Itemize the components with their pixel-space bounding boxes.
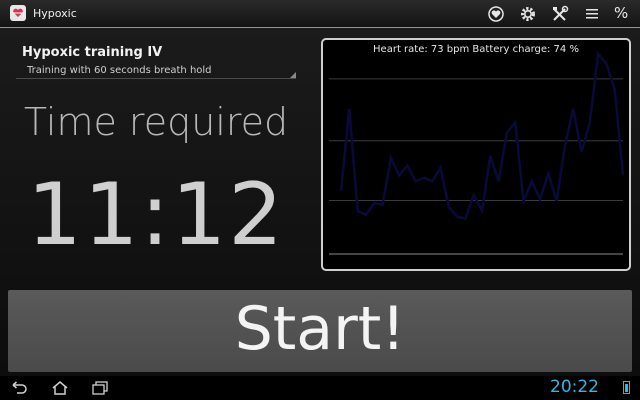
start-button-label: Start! xyxy=(234,294,406,364)
app-heart-icon[interactable] xyxy=(10,5,26,21)
status-clock: 20:22 xyxy=(550,377,599,397)
chart-caption: Heart rate: 73 bpm Battery charge: 74 % xyxy=(373,44,579,55)
list-icon[interactable] xyxy=(583,5,601,23)
time-required-label: Time required xyxy=(23,100,289,144)
heart-rate-chart: Heart rate: 73 bpm Battery charge: 74 % xyxy=(321,38,631,271)
percent-icon[interactable]: % xyxy=(614,4,628,22)
training-subtitle: Training with 60 seconds breath hold xyxy=(27,65,212,76)
time-required-value: 11:12 xyxy=(27,165,285,265)
back-icon[interactable] xyxy=(10,380,28,400)
spinner-underline xyxy=(16,78,296,79)
recent-apps-icon[interactable] xyxy=(91,380,109,400)
app-title: Hypoxic xyxy=(33,7,77,20)
heart-rate-plot xyxy=(329,51,625,255)
tools-icon[interactable] xyxy=(551,5,569,23)
action-bar: Hypoxic % xyxy=(0,0,640,28)
main-content: Hypoxic training IV Training with 60 sec… xyxy=(0,28,640,376)
start-button[interactable]: Start! xyxy=(8,290,632,372)
battery-icon xyxy=(623,381,630,394)
heart-circle-icon[interactable] xyxy=(487,5,505,23)
spinner-corner-arrow-icon xyxy=(290,72,296,78)
training-title: Hypoxic training IV xyxy=(22,45,163,60)
system-navigation-bar: 20:22 xyxy=(0,376,640,400)
training-spinner[interactable]: Hypoxic training IV Training with 60 sec… xyxy=(16,36,296,80)
home-icon[interactable] xyxy=(51,380,69,400)
gear-icon[interactable] xyxy=(519,5,537,23)
